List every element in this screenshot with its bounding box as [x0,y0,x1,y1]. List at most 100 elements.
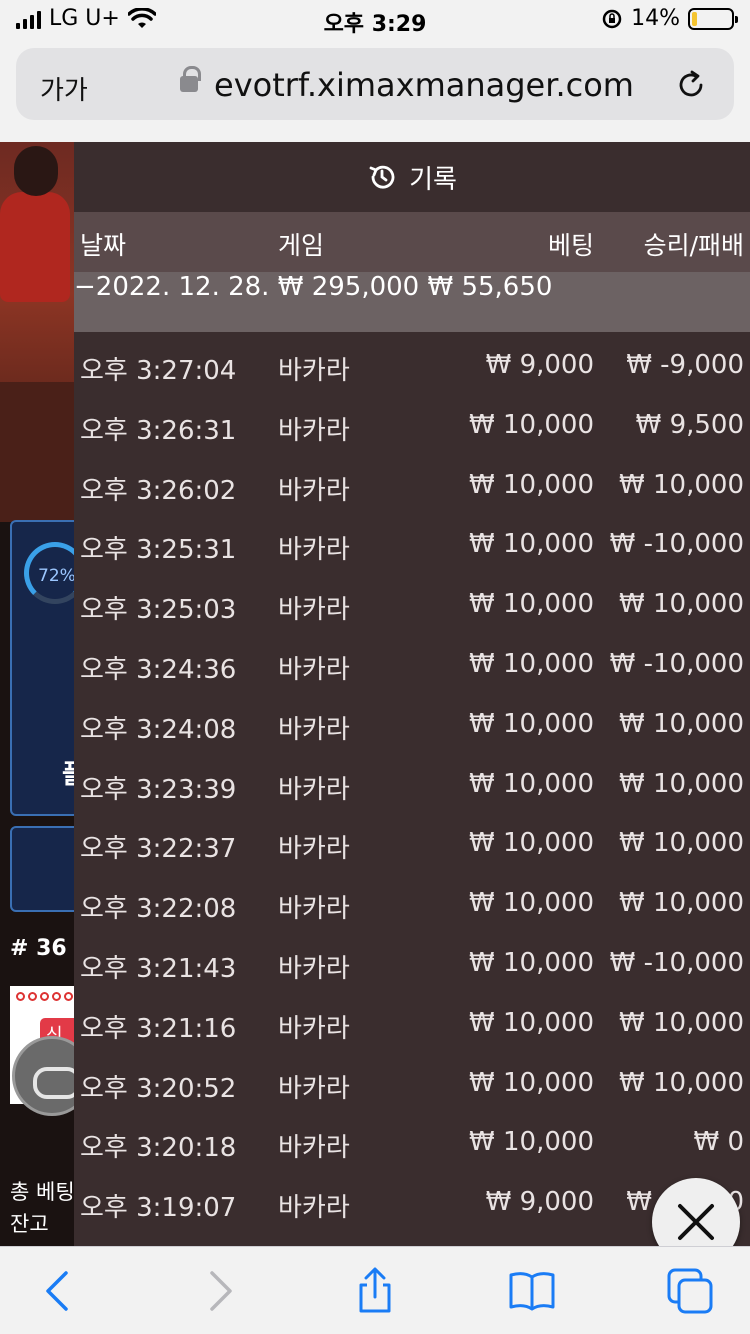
row-result: ₩ 10,000 [619,888,744,919]
row-game: 바카라 [278,415,350,446]
balance-label: 잔고 [10,1212,49,1236]
row-game: 바카라 [278,1013,350,1044]
row-bet: ₩ 9,000 [485,350,594,380]
row-bet: ₩ 10,000 [469,768,594,799]
row-game: 바카라 [278,834,350,865]
back-button[interactable] [34,1267,82,1315]
row-game: 바카라 [278,1073,350,1104]
row-time: 오후 3:27:04 [80,356,237,386]
row-game: 바카라 [278,654,350,685]
row-game: 바카라 [278,894,350,925]
table-row[interactable]: 오후 3:24:08 바카라 ₩ 10,000 ₩ 10,000 [74,691,750,751]
lock-icon [180,66,201,92]
column-win-loss: 승리/패배 [643,231,744,260]
table-row[interactable]: 오후 3:22:37 바카라 ₩ 10,000 ₩ 10,000 [74,810,750,870]
column-date: 날짜 [80,231,127,260]
row-time: 오후 3:20:52 [80,1073,237,1104]
row-bet: ₩ 10,000 [469,409,594,440]
row-bet: ₩ 10,000 [469,589,594,620]
history-panel: 기록 날짜 게임 베팅 승리/패배 −2022. 12. 28. ₩ 295,0… [74,142,750,1246]
room-number: # 36 [10,936,67,961]
row-bet: ₩ 10,000 [469,529,594,560]
game-card-button[interactable] [10,826,80,912]
table-row[interactable]: 오후 3:25:03 바카라 ₩ 10,000 ₩ 10,000 [74,571,750,631]
table-row[interactable]: 오후 3:23:39 바카라 ₩ 10,000 ₩ 10,000 [74,751,750,811]
row-bet: ₩ 10,000 [469,1007,594,1038]
row-time: 오후 3:21:16 [80,1013,237,1044]
table-row[interactable]: 오후 3:20:18 바카라 ₩ 10,000 ₩ 0 [74,1109,750,1169]
column-bet: 베팅 [547,231,594,260]
row-result: ₩ 10,000 [619,1007,744,1038]
row-game: 바카라 [278,1133,350,1164]
row-result: ₩ -10,000 [609,529,744,560]
row-result: ₩ -9,000 [626,350,744,380]
table-header: 날짜 게임 베팅 승리/패배 [74,212,750,272]
browser-toolbar [0,1246,750,1334]
row-bet: ₩ 10,000 [469,888,594,919]
row-time: 오후 3:24:08 [80,714,237,745]
date-group-row[interactable]: −2022. 12. 28. ₩ 295,000 ₩ 55,650 [74,272,750,332]
row-bet: ₩ 10,000 [469,1127,594,1158]
row-result: ₩ 0 [693,1127,744,1158]
chevron-right-icon [210,1271,232,1311]
row-result: ₩ 10,000 [619,1067,744,1098]
chevron-left-icon [46,1271,68,1311]
status-bar: LG U+ 오후 3:29 14% [0,0,750,40]
table-row[interactable]: 오후 3:21:43 바카라 ₩ 10,000 ₩ -10,000 [74,930,750,990]
row-bet: ₩ 10,000 [469,828,594,859]
web-content: 72% 플 # 36 신구 총 베팅 잔고 기록 날짜 게임 베팅 승리/패배 … [0,142,750,1246]
table-row[interactable]: 오후 3:24:36 바카라 ₩ 10,000 ₩ -10,000 [74,631,750,691]
row-time: 오후 3:20:18 [80,1133,237,1164]
group-bet-total: ₩ 295,000 [277,272,420,302]
row-result: ₩ 10,000 [619,828,744,859]
row-time: 오후 3:22:08 [80,894,237,925]
tabs-button[interactable] [666,1267,714,1315]
game-card[interactable]: 72% 플 [10,520,86,816]
table-row[interactable]: 오후 3:26:31 바카라 ₩ 10,000 ₩ 9,500 [74,392,750,452]
group-date: −2022. 12. 28. [74,272,270,302]
bookmarks-button[interactable] [508,1267,556,1315]
row-result: ₩ 10,000 [619,589,744,620]
row-time: 오후 3:25:03 [80,595,237,626]
row-game: 바카라 [278,953,350,984]
row-result: ₩ -10,000 [609,947,744,978]
row-result: ₩ 10,000 [619,708,744,739]
share-icon [359,1267,391,1313]
url-text[interactable]: evotrf.ximaxmanager.com [214,66,634,104]
forward-button[interactable] [196,1267,244,1315]
total-bet-label: 총 베팅 [10,1180,75,1204]
row-game: 바카라 [278,595,350,626]
row-result: ₩ 9,500 [635,409,744,440]
battery-percent: 14% [631,6,680,31]
address-bar[interactable]: 가가 evotrf.ximaxmanager.com [16,48,734,120]
row-bet: ₩ 10,000 [469,708,594,739]
row-game: 바카라 [278,774,350,805]
table-row[interactable]: 오후 3:20:52 바카라 ₩ 10,000 ₩ 10,000 [74,1050,750,1110]
row-time: 오후 3:24:36 [80,654,237,685]
share-button[interactable] [351,1267,399,1315]
table-row[interactable]: 오후 3:22:08 바카라 ₩ 10,000 ₩ 10,000 [74,870,750,930]
text-size-button[interactable]: 가가 [40,70,88,107]
browser-address-area: 가가 evotrf.ximaxmanager.com [0,40,750,142]
row-bet: ₩ 10,000 [469,648,594,679]
row-bet: ₩ 10,000 [469,1067,594,1098]
row-time: 오후 3:23:39 [80,774,237,805]
table-row[interactable]: 오후 3:25:31 바카라 ₩ 10,000 ₩ -10,000 [74,511,750,571]
orientation-lock-icon [602,9,622,28]
row-time: 오후 3:26:02 [80,475,237,506]
history-rows: 오후 3:27:04 바카라 ₩ 9,000 ₩ -9,000 오후 3:26:31 바카… [74,332,750,1229]
table-row[interactable]: 오후 3:21:16 바카라 ₩ 10,000 ₩ 10,000 [74,990,750,1050]
row-time: 오후 3:21:43 [80,953,237,984]
group-win-loss-total: ₩ 55,650 [427,272,553,302]
table-row[interactable]: 오후 3:27:04 바카라 ₩ 9,000 ₩ -9,000 [74,332,750,392]
row-time: 오후 3:26:31 [80,415,237,446]
table-row[interactable]: 오후 3:26:02 바카라 ₩ 10,000 ₩ 10,000 [74,452,750,512]
row-bet: ₩ 10,000 [469,947,594,978]
close-icon [678,1204,714,1240]
row-time: 오후 3:19:07 [80,1193,237,1224]
table-row[interactable]: 오후 3:19:07바카라₩ 9,000₩ -9,000 [74,1169,750,1229]
reload-icon[interactable] [674,68,708,102]
row-game: 바카라 [278,714,350,745]
row-time: 오후 3:25:31 [80,535,237,566]
row-result: ₩ -10,000 [609,648,744,679]
